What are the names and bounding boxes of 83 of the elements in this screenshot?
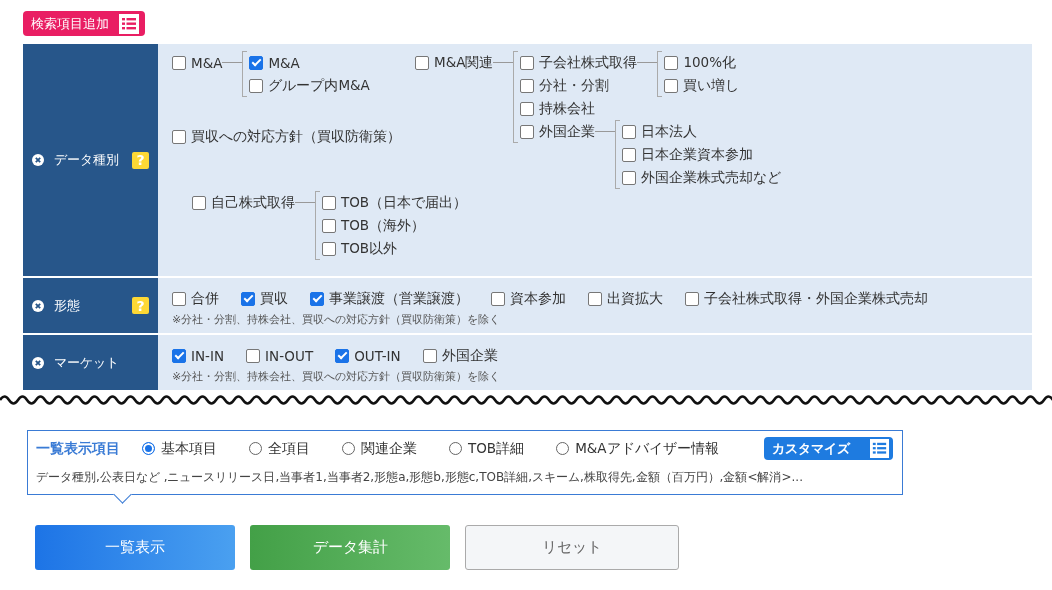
radio-button[interactable] — [449, 442, 462, 455]
action-button[interactable]: データ集計 — [250, 525, 450, 570]
checkbox[interactable] — [192, 195, 206, 210]
list-icon — [870, 439, 889, 458]
checkbox[interactable] — [520, 101, 535, 116]
row-label: 形態 — [54, 296, 81, 315]
checkbox-label: TOB以外 — [341, 239, 398, 258]
checkbox-label: 買収 — [260, 289, 288, 308]
checkbox-label: 100%化 — [683, 53, 737, 72]
checkbox-label: M&A — [191, 54, 223, 71]
checkbox[interactable] — [622, 124, 637, 139]
checkbox[interactable] — [241, 291, 255, 306]
checkbox[interactable] — [335, 348, 350, 363]
checkbox[interactable] — [588, 291, 602, 306]
checkbox-label: 資本参加 — [510, 289, 566, 308]
action-button[interactable]: 一覧表示 — [35, 525, 235, 570]
checkbox-label: 子会社株式取得・外国企業株式売却 — [704, 289, 928, 308]
radio-label: 基本項目 — [161, 439, 217, 458]
checkbox-label: 買収への対応方針（買収防衛策） — [191, 127, 401, 146]
checkbox[interactable] — [520, 55, 535, 70]
note-text: ※分社・分割、持株会社、買収への対応方針（買収防衛策）を除く — [172, 312, 502, 327]
checkbox[interactable] — [172, 55, 186, 70]
radio-button[interactable] — [249, 442, 262, 455]
checkbox-label: 持株会社 — [539, 99, 596, 118]
checkbox-label: 子会社株式取得 — [539, 53, 638, 72]
add-search-item-button[interactable]: 検索項目追加 — [23, 11, 145, 36]
checkbox-label: OUT-IN — [354, 347, 401, 364]
radio-button[interactable] — [142, 442, 155, 455]
checkbox[interactable] — [322, 195, 336, 210]
checkbox-label: M&A関連 — [434, 53, 494, 72]
checkbox-label: TOB（海外） — [341, 216, 426, 235]
checkbox-label: 外国企業 — [539, 122, 596, 141]
checkbox-label: 外国企業株式売却など — [641, 168, 782, 187]
checkbox[interactable] — [422, 348, 437, 363]
checkbox-label: M&A — [268, 54, 300, 71]
remove-icon[interactable] — [32, 154, 44, 166]
radio-label: TOB詳細 — [468, 439, 525, 458]
checkbox[interactable] — [249, 55, 264, 70]
checkbox-label: グループ内M&A — [268, 76, 370, 95]
remove-icon[interactable] — [32, 299, 44, 312]
row-label: データ種別 — [54, 151, 120, 169]
radio-button[interactable] — [556, 442, 570, 455]
checkbox-label: 日本企業資本参加 — [641, 145, 754, 164]
checkbox-label: 買い増し — [683, 76, 740, 95]
radio-button[interactable] — [342, 442, 355, 455]
checkbox[interactable] — [172, 291, 186, 306]
checkbox-label: IN-OUT — [265, 347, 314, 364]
checkbox[interactable] — [322, 241, 336, 256]
customize-button[interactable]: カスタマイズ — [764, 437, 893, 460]
checkbox[interactable] — [172, 129, 186, 144]
checkbox-label: 日本法人 — [641, 122, 698, 141]
checkbox[interactable] — [491, 291, 505, 306]
columns-text: データ種別,公表日など ,ニュースリリース日,当事者1,当事者2,形態a,形態b,形態c,TOB詳細,スキーム,株取得先,金額（百万円）,金額<解消>... — [36, 469, 804, 486]
checkbox[interactable] — [310, 291, 324, 306]
checkbox-label: TOB（日本で届出） — [341, 193, 468, 212]
note-text: ※分社・分割、持株会社、買収への対応方針（買収防衛策）を除く — [172, 369, 502, 384]
radio-label: M&Aアドバイザー情報 — [575, 439, 719, 458]
checkbox[interactable] — [322, 218, 336, 233]
checkbox-label: 合併 — [191, 289, 219, 308]
checkbox-label: IN-IN — [191, 347, 225, 364]
checkbox-label: 出資拡大 — [607, 289, 663, 308]
radio-label: 全項目 — [268, 439, 310, 458]
remove-icon[interactable] — [32, 356, 44, 369]
checkbox[interactable] — [172, 348, 186, 363]
checkbox[interactable] — [249, 78, 264, 93]
checkbox[interactable] — [685, 291, 699, 306]
checkbox[interactable] — [622, 147, 637, 162]
action-button[interactable]: リセット — [465, 525, 679, 570]
display-label: 一覧表示項目 — [36, 439, 120, 458]
row-label: マーケット — [54, 353, 120, 372]
checkbox-label: 分社・分割 — [539, 76, 610, 95]
checkbox[interactable] — [246, 348, 261, 363]
radio-label: 関連企業 — [361, 439, 417, 458]
checkbox[interactable] — [520, 78, 535, 93]
checkbox-label: 事業譲渡（営業譲渡） — [329, 289, 469, 308]
checkbox[interactable] — [520, 124, 535, 139]
checkbox-label: 外国企業 — [441, 346, 498, 365]
checkbox[interactable] — [664, 55, 679, 70]
list-icon — [119, 13, 139, 34]
checkbox-label: 自己株式取得 — [211, 193, 295, 212]
checkbox[interactable] — [622, 170, 637, 185]
checkbox[interactable] — [415, 55, 429, 70]
checkbox[interactable] — [664, 78, 679, 93]
